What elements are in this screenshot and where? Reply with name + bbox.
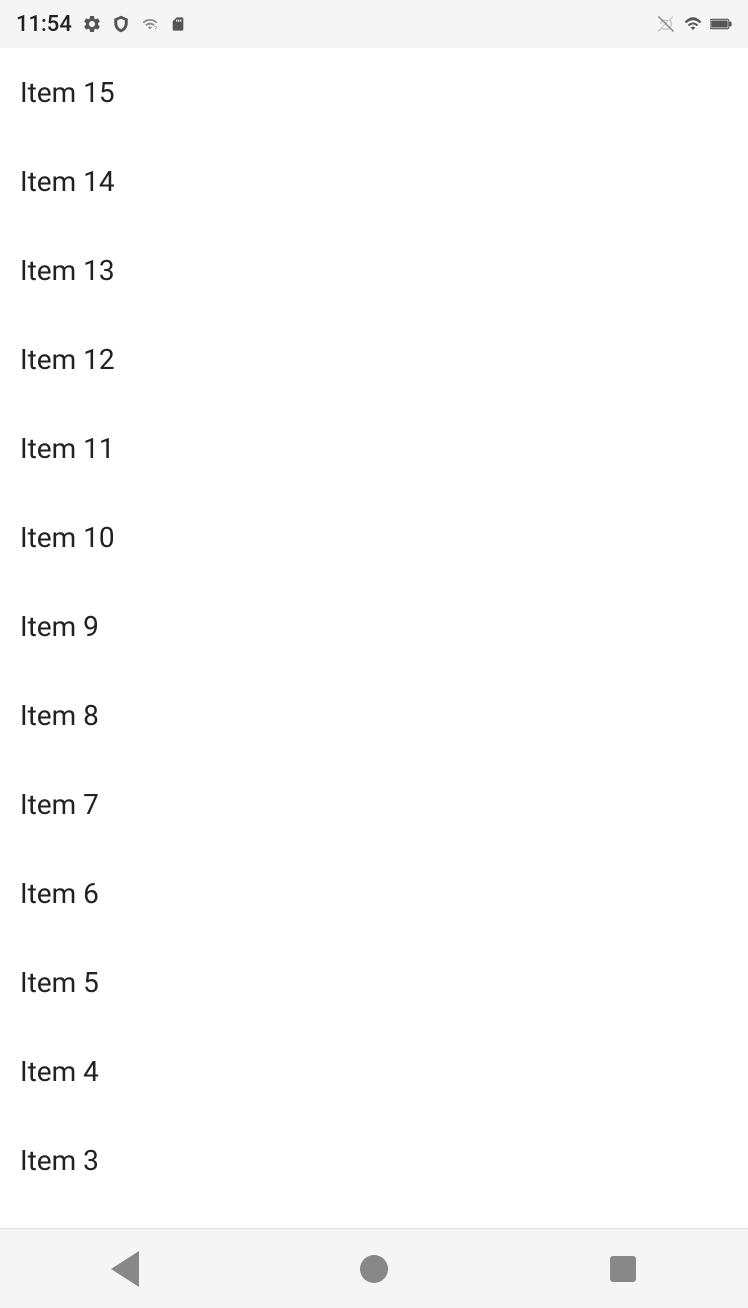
list-item-text: Item 4: [20, 1055, 99, 1088]
list-item[interactable]: Item 8: [0, 671, 748, 760]
list-item[interactable]: Item 14: [0, 137, 748, 226]
recents-icon: [610, 1256, 636, 1282]
list-item-text: Item 13: [20, 254, 115, 287]
list-item-text: Item 7: [20, 788, 99, 821]
status-bar-right: [656, 15, 732, 33]
list-item[interactable]: Item 15: [0, 48, 748, 137]
sd-card-icon: [170, 14, 186, 34]
list-item-text: Item 15: [20, 76, 115, 109]
list-item-text: Item 11: [20, 432, 115, 465]
signal-strength-icon: [684, 15, 702, 33]
list-item[interactable]: Item 13: [0, 226, 748, 315]
no-signal-icon: [656, 15, 676, 33]
status-bar-left: 11:54 ?: [16, 12, 186, 37]
list-item-text: Item 10: [20, 521, 115, 554]
list-item[interactable]: Item 11: [0, 404, 748, 493]
list-item[interactable]: Item 2: [0, 1205, 748, 1228]
list-item[interactable]: Item 9: [0, 582, 748, 671]
home-button[interactable]: [344, 1239, 404, 1299]
status-time: 11:54: [16, 12, 72, 37]
list-item[interactable]: Item 7: [0, 760, 748, 849]
back-button[interactable]: [95, 1239, 155, 1299]
list-item-text: Item 9: [20, 610, 99, 643]
nav-bar: [0, 1228, 748, 1308]
list-item-text: Item 6: [20, 877, 99, 910]
list-item[interactable]: Item 4: [0, 1027, 748, 1116]
back-icon: [111, 1251, 139, 1287]
wifi-icon: ?: [140, 16, 160, 32]
status-bar: 11:54 ?: [0, 0, 748, 48]
list-container[interactable]: Item 15 Item 14 Item 13 Item 12 Item 11 Item …: [0, 48, 748, 1228]
list-item[interactable]: Item 12: [0, 315, 748, 404]
list-item-text: Item 3: [20, 1144, 99, 1177]
list-item-text: Item 12: [20, 343, 115, 376]
list-item[interactable]: Item 3: [0, 1116, 748, 1205]
list-item-text: Item 8: [20, 699, 99, 732]
list-item[interactable]: Item 6: [0, 849, 748, 938]
svg-text:?: ?: [154, 25, 157, 32]
home-icon: [360, 1255, 388, 1283]
gear-icon: [82, 14, 102, 34]
shield-icon: [112, 14, 130, 34]
list-item[interactable]: Item 10: [0, 493, 748, 582]
battery-icon: [710, 17, 732, 31]
list-item-text: Item 5: [20, 966, 99, 999]
list-item[interactable]: Item 5: [0, 938, 748, 1027]
recents-button[interactable]: [593, 1239, 653, 1299]
list-item-text: Item 14: [20, 165, 115, 198]
